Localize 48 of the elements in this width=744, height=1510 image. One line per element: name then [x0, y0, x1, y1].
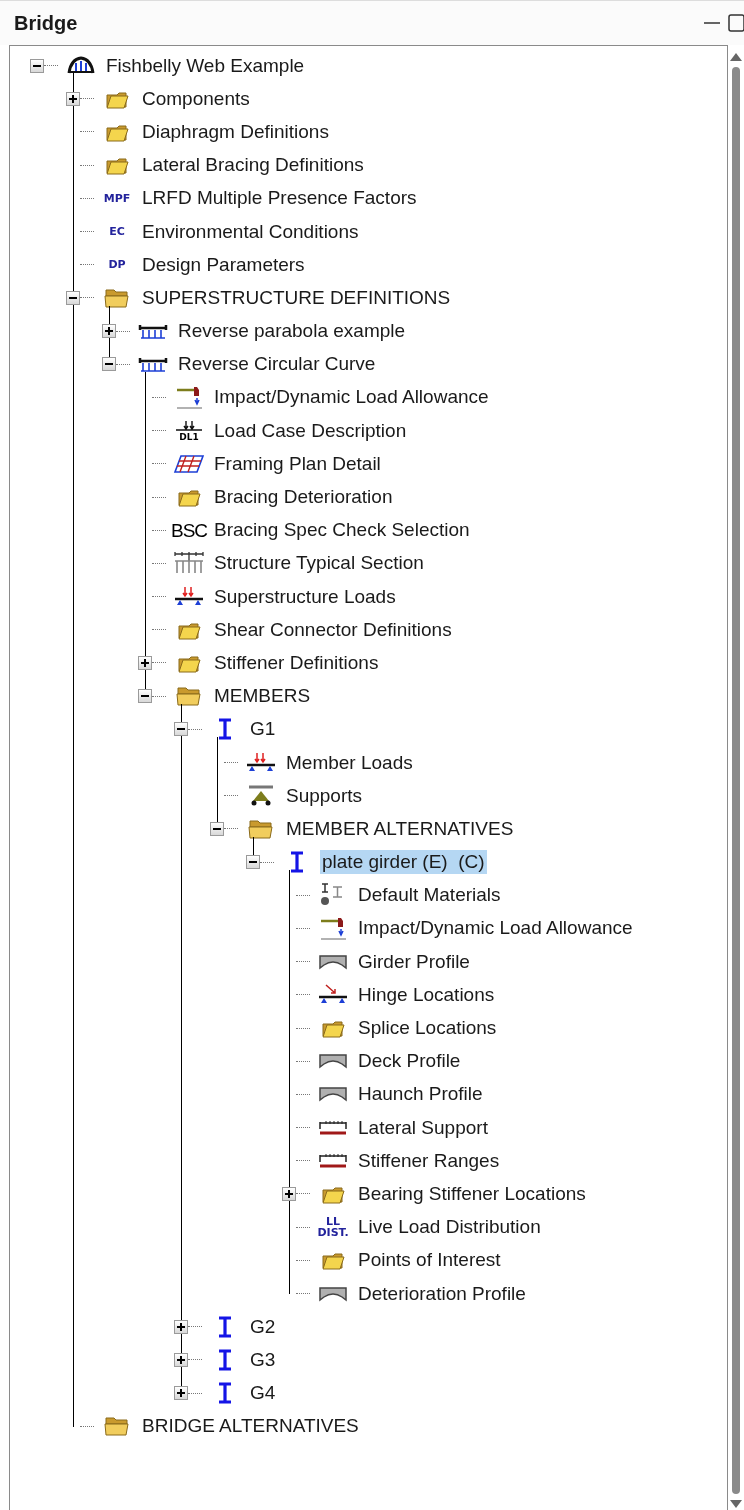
tree-item[interactable]: Design Parameters	[140, 252, 307, 277]
code-badge-icon: MPF	[103, 192, 131, 204]
tree-item[interactable]: Diaphragm Definitions	[140, 119, 331, 144]
tree-item[interactable]: SUPERSTRUCTURE DEFINITIONS	[140, 285, 453, 310]
tree-item[interactable]: Bearing Stiffener Locations	[356, 1181, 588, 1206]
tree-item[interactable]: G2	[248, 1314, 278, 1339]
tree-item[interactable]: Components	[140, 86, 252, 111]
tree-item[interactable]: Impact/Dynamic Load Allowance	[356, 916, 635, 941]
tree-item[interactable]: Live Load Distribution	[356, 1215, 543, 1240]
tree-item[interactable]: Deck Profile	[356, 1049, 463, 1074]
tree-item[interactable]: MEMBER ALTERNATIVES	[284, 816, 516, 841]
tree-item[interactable]: Bracing Deterioration	[212, 485, 395, 510]
code-badge-icon: BSC	[170, 520, 208, 540]
tree-item[interactable]: G4	[248, 1381, 278, 1406]
tree-item[interactable]: Deterioration Profile	[356, 1281, 528, 1306]
tree-item[interactable]: plate girder (E) (C)	[320, 850, 487, 875]
tree-item[interactable]: Bracing Spec Check Selection	[212, 518, 472, 543]
tree-item[interactable]: Hinge Locations	[356, 982, 497, 1007]
tree-item[interactable]: Impact/Dynamic Load Allowance	[212, 385, 491, 410]
tree-item[interactable]: Superstructure Loads	[212, 584, 398, 609]
code-badge-icon: LL DIST.	[317, 1216, 349, 1239]
tree-item[interactable]: Default Materials	[356, 883, 503, 908]
tree-item[interactable]: MEMBERS	[212, 684, 313, 709]
code-badge-icon: DP	[108, 259, 126, 271]
tree-item[interactable]: Reverse Circular Curve	[176, 352, 378, 377]
tree-item[interactable]: Framing Plan Detail	[212, 451, 383, 476]
tree-item[interactable]: Member Loads	[284, 750, 415, 775]
tree-item[interactable]: Haunch Profile	[356, 1082, 485, 1107]
tree-item[interactable]: Supports	[284, 783, 365, 808]
tree-item[interactable]: Points of Interest	[356, 1248, 503, 1273]
tree-item[interactable]: Reverse parabola example	[176, 319, 408, 344]
tree-item[interactable]: Structure Typical Section	[212, 551, 426, 576]
tree-item[interactable]: Lateral Support	[356, 1115, 490, 1140]
tree-item[interactable]: Load Case Description	[212, 418, 409, 443]
tree-item[interactable]: Lateral Bracing Definitions	[140, 153, 366, 178]
tree-item[interactable]: Fishbelly Web Example	[104, 53, 307, 78]
tree-item[interactable]: Stiffener Ranges	[356, 1148, 502, 1173]
code-badge-icon: EC	[109, 226, 125, 238]
tree-item[interactable]: Environmental Conditions	[140, 219, 361, 244]
tree-item[interactable]: Stiffener Definitions	[212, 650, 381, 675]
panel-title: Bridge	[14, 11, 78, 36]
tree-item[interactable]: Shear Connector Definitions	[212, 617, 454, 642]
tree-item[interactable]: Girder Profile	[356, 949, 472, 974]
tree-item[interactable]: LRFD Multiple Presence Factors	[140, 186, 419, 211]
tree-item[interactable]: G1	[248, 717, 278, 742]
tree-item[interactable]: G3	[248, 1347, 278, 1372]
tree-item[interactable]: Splice Locations	[356, 1016, 499, 1041]
tree-item[interactable]: BRIDGE ALTERNATIVES	[140, 1414, 361, 1439]
